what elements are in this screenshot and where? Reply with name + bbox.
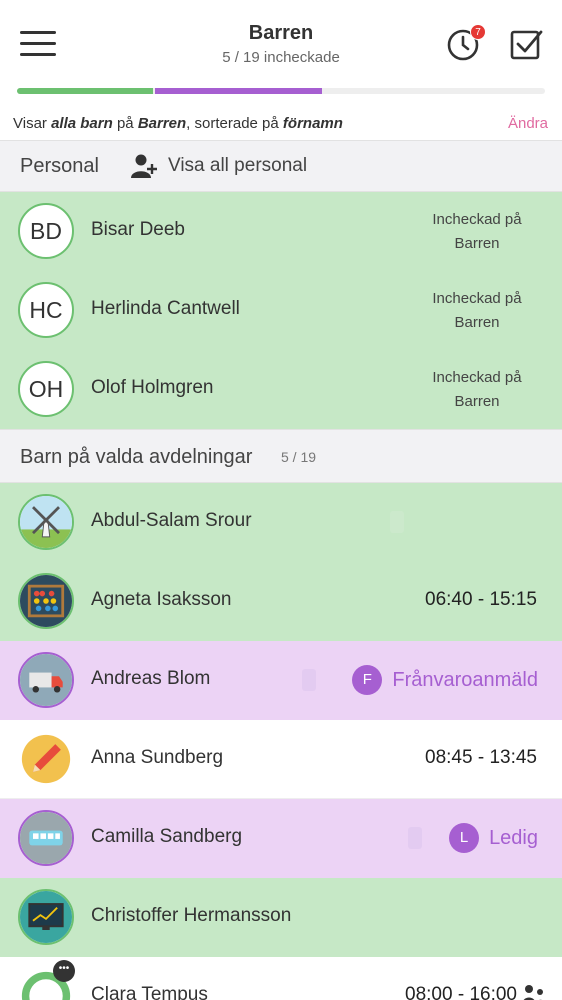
filter-prefix: Visar xyxy=(13,115,52,132)
child-name: Andreas Blom xyxy=(91,668,211,689)
pencil-icon xyxy=(18,731,74,787)
truck-icon xyxy=(18,652,74,708)
show-all-staff-label: Visa all personal xyxy=(168,155,308,176)
children-section-title: Barn på valda avdelningar xyxy=(20,446,253,468)
absence-type-badge: L xyxy=(449,823,480,853)
filter-sort-key: förnamn xyxy=(282,115,343,132)
progress-absent-segment xyxy=(155,88,322,94)
child-name: Anna Sundberg xyxy=(91,747,224,768)
child-name: Christoffer Hermansson xyxy=(91,905,292,926)
filter-description: Visar alla barn på Barren, sorterade på … xyxy=(0,110,562,140)
staff-status: Incheckad på Barren xyxy=(432,211,522,252)
checkin-progress-bar xyxy=(17,88,545,94)
child-row[interactable]: Abdul-Salam Srour xyxy=(0,483,562,562)
filter-middle: på xyxy=(112,115,138,132)
staff-avatar: HC xyxy=(18,282,74,338)
staff-row[interactable]: BD Bisar Deeb Incheckad på Barren xyxy=(0,192,562,271)
staff-name: Bisar Deeb xyxy=(91,219,185,240)
child-schedule-time: 08:00 - 16:00 xyxy=(405,984,517,1000)
child-schedule-time: 08:45 - 13:45 xyxy=(425,747,537,768)
pickup-persons-icon xyxy=(523,985,543,1000)
staff-avatar: BD xyxy=(18,203,74,259)
child-schedule-time: 06:40 - 15:15 xyxy=(425,589,537,610)
child-row[interactable]: Anna Sundberg 08:45 - 13:45 xyxy=(0,720,562,799)
notification-badge: 7 xyxy=(470,24,486,40)
staff-status: Incheckad på Barren xyxy=(432,369,522,410)
windmill-icon xyxy=(18,494,74,550)
child-row[interactable]: ••• Clara Tempus 08:00 - 16:00 xyxy=(0,957,562,1000)
absence-status: L Ledig xyxy=(449,823,538,853)
staff-avatar: OH xyxy=(18,361,74,417)
child-name: Camilla Sandberg xyxy=(91,826,243,847)
filter-sorted: , sorterade på xyxy=(186,115,283,132)
chat-icon[interactable]: ••• xyxy=(53,960,75,982)
staff-section-title: Personal xyxy=(20,155,99,177)
app-header: Barren 5 / 19 incheckade 7 xyxy=(0,0,562,88)
change-filter-link[interactable]: Ändra xyxy=(508,115,548,132)
checklist-icon[interactable] xyxy=(508,26,544,62)
staff-name: Olof Holmgren xyxy=(91,377,214,398)
monitor-chart-icon xyxy=(18,889,74,945)
absence-status: F Frånvaroanmäld xyxy=(352,665,538,695)
add-person-icon xyxy=(131,154,157,178)
staff-name: Herlinda Cantwell xyxy=(91,298,240,319)
child-row[interactable]: Christoffer Hermansson xyxy=(0,878,562,957)
bus-icon xyxy=(18,810,74,866)
absence-type-badge: F xyxy=(352,665,383,695)
staff-section-header: Personal Visa all personal xyxy=(0,140,562,192)
child-name: Clara Tempus xyxy=(91,984,208,1000)
show-all-staff-button[interactable]: Visa all personal xyxy=(130,152,307,180)
absence-label: Frånvaroanmäld xyxy=(392,668,538,691)
staff-row[interactable]: OH Olof Holmgren Incheckad på Barren xyxy=(0,350,562,429)
child-name: Abdul-Salam Srour xyxy=(91,510,252,531)
staff-status: Incheckad på Barren xyxy=(432,290,522,331)
absence-label: Ledig xyxy=(489,826,538,849)
abacus-icon xyxy=(18,573,74,629)
child-row[interactable]: Camilla Sandberg L Ledig xyxy=(0,799,562,878)
child-row[interactable]: Agneta Isaksson 06:40 - 15:15 xyxy=(0,562,562,641)
filter-location: Barren xyxy=(137,115,187,132)
staff-row[interactable]: HC Herlinda Cantwell Incheckad på Barren xyxy=(0,271,562,350)
progress-checked-in-segment xyxy=(17,88,153,94)
child-row[interactable]: Andreas Blom F Frånvaroanmäld xyxy=(0,641,562,720)
children-section-header: Barn på valda avdelningar 5 / 19 xyxy=(0,429,562,483)
child-name: Agneta Isaksson xyxy=(91,589,232,610)
filter-scope: alla barn xyxy=(51,115,113,132)
children-count: 5 / 19 xyxy=(281,449,317,465)
